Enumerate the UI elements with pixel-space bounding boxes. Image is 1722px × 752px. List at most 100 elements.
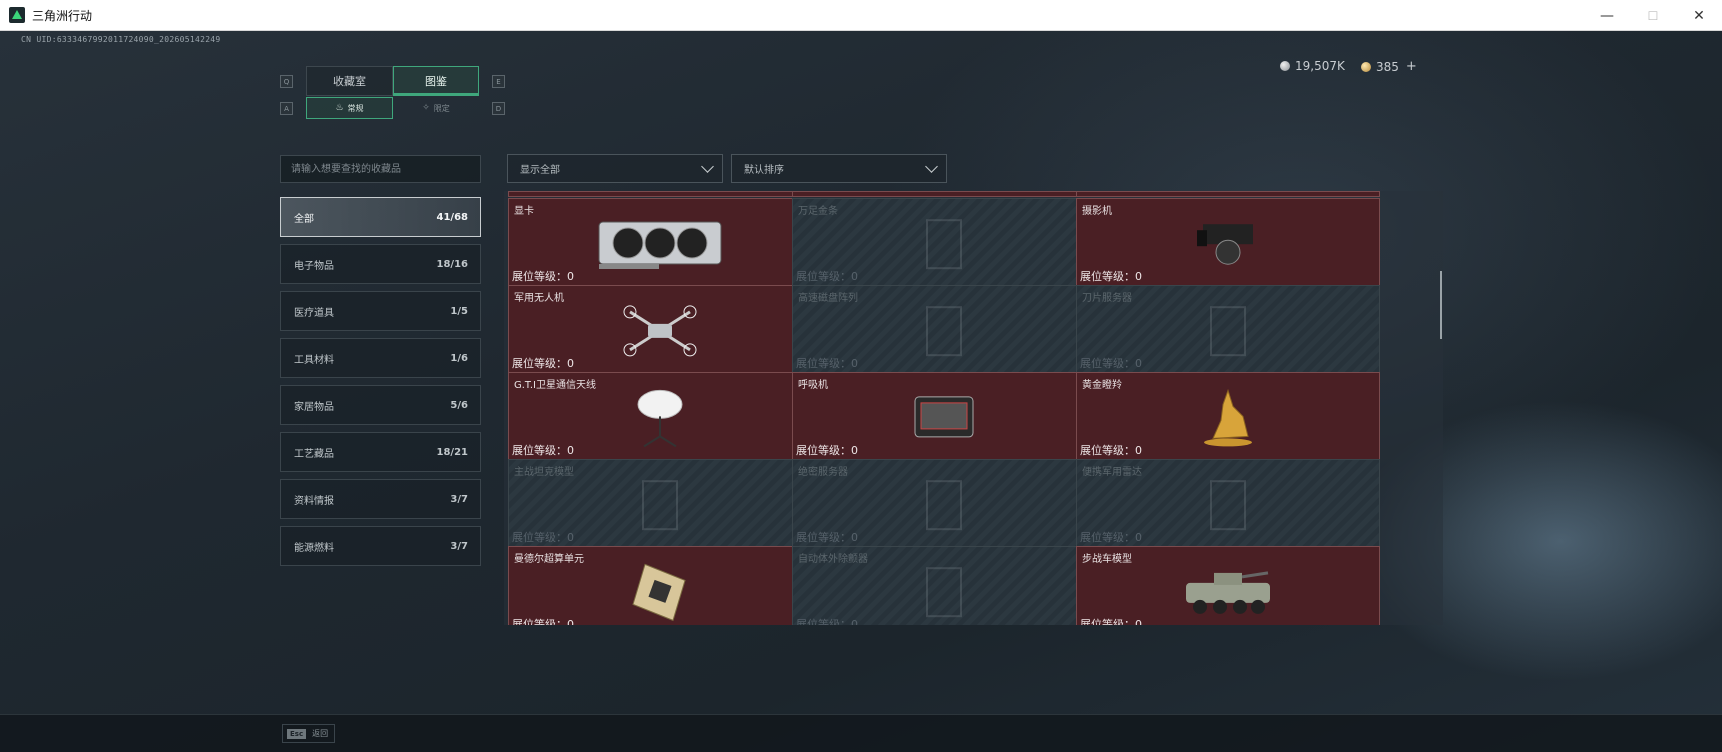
collection-card[interactable]: 刀片服务器 展位等级：0 [1076, 285, 1380, 374]
flame-icon: ♨ [335, 103, 344, 113]
silver-amount: 19,507K [1295, 59, 1345, 73]
item-level: 展位等级：0 [512, 618, 574, 625]
tab-codex[interactable]: 图鉴 [393, 66, 479, 96]
collection-card-partial[interactable] [792, 191, 1096, 197]
category-count: 18/16 [436, 258, 468, 270]
collection-card[interactable]: 绝密服务器展位等级：0 [792, 459, 1096, 548]
item-level: 展位等级：0 [796, 531, 858, 544]
collection-card[interactable]: 呼吸机 展位等级：0 [792, 372, 1096, 461]
category-count: 18/21 [436, 446, 468, 458]
collection-card[interactable]: G.T.I卫星通信天线 展位等级：0 [508, 372, 812, 461]
footer-bar: Esc 返回 [0, 714, 1722, 752]
category-item[interactable]: 家居物品 5/6 [280, 385, 481, 425]
player-uid: CN UID:633346799201172409​0_202605142249 [21, 35, 221, 44]
item-name: 黄金瞪羚 [1082, 380, 1122, 391]
window-controls: — ☐ ✕ [1584, 0, 1722, 31]
filter-dropdown[interactable]: 显示全部 [507, 154, 723, 183]
sort-dropdown[interactable]: 默认排序 [731, 154, 947, 183]
server-icon [919, 475, 969, 539]
tab-collection-room[interactable]: 收藏室 [306, 66, 393, 96]
category-item[interactable]: 工艺藏品 18/21 [280, 432, 481, 472]
limited-icon: ✧ [422, 103, 430, 113]
item-level: 展位等级：0 [796, 270, 858, 283]
item-name: 步战车模型 [1082, 554, 1132, 565]
gold-bar-icon [919, 214, 969, 278]
subtab-regular-label: 常规 [347, 103, 364, 113]
silver-currency: 19,507K [1280, 59, 1345, 73]
search-input[interactable] [280, 155, 481, 183]
collection-card[interactable]: 万足金条展位等级：0 [792, 198, 1096, 287]
category-count: 41/68 [436, 211, 468, 223]
collection-card[interactable]: 自动体外除颤器展位等级：0 [792, 546, 1096, 625]
subtab-limited[interactable]: ✧ 限定 [393, 97, 479, 119]
category-count: 3/7 [450, 493, 468, 505]
window-title: 三角洲行动 [32, 8, 93, 23]
category-item[interactable]: 资料情报 3/7 [280, 479, 481, 519]
subtab-key-right: D [492, 102, 505, 115]
minimize-button[interactable]: — [1584, 0, 1630, 31]
chevron-down-icon [925, 160, 938, 173]
item-name: G.T.I卫星通信天线 [514, 380, 596, 391]
collection-card[interactable]: 军用无人机 展位等级：0 [508, 285, 812, 374]
category-count: 5/6 [450, 399, 468, 411]
collection-card[interactable]: 便携军用雷达 展位等级：0 [1076, 459, 1380, 548]
close-button[interactable]: ✕ [1676, 0, 1722, 31]
item-name: 自动体外除颤器 [798, 554, 868, 565]
category-item[interactable]: 医疗道具 1/5 [280, 291, 481, 331]
collection-card[interactable]: 黄金瞪羚 展位等级：0 [1076, 372, 1380, 461]
category-item[interactable]: 能源燃料 3/7 [280, 526, 481, 566]
ventilator-icon [909, 390, 979, 448]
item-name: 军用无人机 [514, 293, 564, 304]
item-level: 展位等级：0 [1080, 618, 1142, 625]
item-name: 万足金条 [798, 206, 838, 217]
grid-scrollbar[interactable] [1440, 271, 1442, 339]
category-item[interactable]: 全部 41/68 [280, 197, 481, 237]
collection-card-partial[interactable] [1076, 191, 1380, 197]
ifv-model-icon [1178, 564, 1278, 622]
satellite-dish-icon [630, 386, 690, 454]
category-label: 家居物品 [294, 401, 334, 413]
defibrillator-icon [919, 562, 969, 625]
category-label: 工具材料 [294, 354, 334, 366]
collection-card[interactable]: 步战车模型展位等级：0 [1076, 546, 1380, 625]
item-level: 展位等级：0 [796, 618, 858, 625]
subtab-regular[interactable]: ♨ 常规 [306, 97, 393, 119]
silver-coin-icon [1280, 61, 1290, 71]
category-count: 1/6 [450, 352, 468, 364]
esc-key-hint: Esc [287, 728, 307, 739]
item-level: 展位等级：0 [1080, 531, 1142, 544]
camera-icon [1193, 214, 1263, 278]
collection-grid[interactable]: 显卡 展位等级：0 万足金条 展位等级：0 摄影机 展位等级：0 军用无人机 展位等级：0 高速… [504, 191, 1443, 625]
collection-card[interactable]: 高速磁盘阵列 展位等级：0 [792, 285, 1096, 374]
gold-currency[interactable]: 385 + [1361, 59, 1417, 74]
category-item[interactable]: 工具材料 1/6 [280, 338, 481, 378]
collection-card-partial[interactable] [508, 191, 812, 197]
collection-card[interactable]: 摄影机 展位等级：0 [1076, 198, 1380, 287]
sort-dropdown-value: 默认排序 [744, 165, 784, 176]
item-level: 展位等级：0 [512, 531, 574, 544]
collection-card[interactable]: 曼德尔超算单元展位等级：0 [508, 546, 812, 625]
back-button[interactable]: Esc 返回 [282, 724, 336, 743]
subtab-limited-label: 限定 [433, 103, 450, 113]
chevron-down-icon [701, 160, 714, 173]
category-label: 医疗道具 [294, 307, 334, 319]
item-name: 绝密服务器 [798, 467, 848, 478]
radar-icon [1203, 475, 1253, 539]
gold-gazelle-icon [1193, 386, 1263, 454]
drone-icon [620, 303, 700, 361]
tank-model-icon [635, 475, 685, 539]
item-name: 刀片服务器 [1082, 293, 1132, 304]
collection-card[interactable]: 显卡 展位等级：0 [508, 198, 812, 287]
maximize-button[interactable]: ☐ [1630, 0, 1676, 31]
item-level: 展位等级：0 [796, 444, 858, 457]
item-name: 高速磁盘阵列 [798, 293, 858, 304]
gold-coin-icon [1361, 61, 1371, 72]
collection-card[interactable]: 主战坦克模型 展位等级：0 [508, 459, 812, 548]
add-currency-button[interactable]: + [1406, 59, 1417, 74]
item-name: 摄影机 [1082, 206, 1112, 217]
item-level: 展位等级：0 [796, 357, 858, 370]
item-name: 曼德尔超算单元 [514, 554, 584, 565]
filter-dropdown-value: 显示全部 [520, 165, 560, 176]
category-item[interactable]: 电子物品 18/16 [280, 244, 481, 284]
gold-amount: 385 [1376, 59, 1399, 74]
